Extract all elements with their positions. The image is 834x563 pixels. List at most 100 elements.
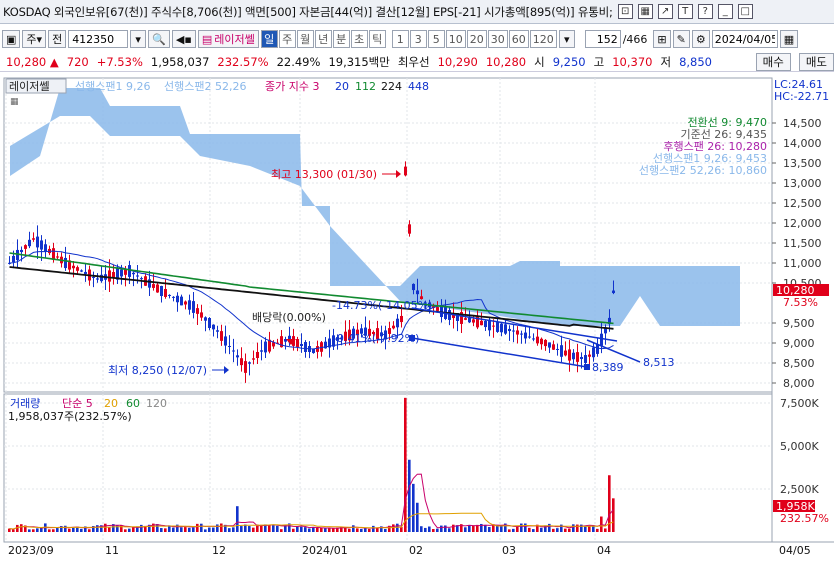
period-button-1[interactable]: 주 [278,30,296,48]
interval-button-3[interactable]: 10 [445,30,466,48]
volume-bar [428,526,431,532]
stock-chart[interactable]: 14,500 14,000 13,500 13,000 12,500 12,000 11,5… [0,76,834,560]
candle-body [236,355,239,358]
sound-icon[interactable]: ◀▪ [171,30,196,48]
price-tick-label: 9,500 [783,317,815,330]
volume-bar [180,527,183,532]
volume-bar [564,528,567,532]
volume-bar [276,525,279,532]
period-button-2[interactable]: 월 [296,30,314,48]
volume-bar [604,528,607,532]
candle-body [472,319,475,323]
export-icon[interactable]: ↗ [657,4,673,19]
current-price: 10,280 ▲ [6,54,59,69]
font-icon[interactable]: T [677,4,693,19]
candle-body [196,308,199,314]
maximize-icon[interactable]: □ [737,4,753,19]
x-tick-label: 02 [409,544,423,557]
search-icon[interactable]: 🔍 [148,30,170,48]
volume-bar [296,526,299,532]
help-icon[interactable]: ? [697,4,713,19]
interval-dropdown-icon[interactable]: ▾ [558,30,575,48]
volume-bar [508,529,511,532]
candle-body [188,300,191,310]
interval-button-1[interactable]: 3 [409,30,427,48]
candle-body [132,272,135,275]
candle-body [412,283,415,291]
settings-icon[interactable]: ⚙ [691,30,710,48]
volume-tick-label: 5,000K [780,440,819,453]
grid-icon[interactable]: ▦ [637,4,653,19]
candle-body [52,248,55,260]
total-count: /466 [622,32,648,46]
volume-bar [300,526,303,532]
volume-bar [132,527,135,532]
count-input[interactable] [584,30,621,48]
candle-body [24,245,27,249]
interval-button-7[interactable]: 120 [529,30,557,48]
price-tick-label: 13,500 [783,157,822,170]
candle-body [588,354,591,357]
interval-button-0[interactable]: 1 [391,30,409,48]
volume-bar [268,524,271,532]
volume-bar [52,529,55,532]
zoom-icon[interactable]: ⊞ [653,30,671,48]
date-input[interactable] [711,30,778,48]
volume-bar [348,528,351,532]
interval-button-4[interactable]: 20 [466,30,487,48]
interval-button-6[interactable]: 60 [508,30,529,48]
stock-code-input[interactable] [68,30,129,48]
volume-bar [440,525,443,532]
trend-anchor-right[interactable] [584,364,590,370]
stock-name: 레이저쎌 [214,33,255,46]
candle-body [408,224,411,234]
candle-body [140,278,143,280]
candle-body [76,267,79,271]
volume-bar [524,523,527,532]
candle-body [172,296,175,298]
candle-body [36,236,39,248]
volume-bar [472,525,475,532]
drag-handle-icon[interactable]: ▦ [10,97,19,107]
turnover: 22.49% [276,54,321,69]
candle-body [528,336,531,338]
volume-bar [292,528,295,532]
period-button-5[interactable]: 초 [350,30,368,48]
volume-bar [316,527,319,532]
candle-body [212,324,215,330]
pct-annotation-2: -9.41%(-7.92%) [333,332,419,345]
dropdown-arrow-icon[interactable]: ▾ [130,30,147,48]
stock-name-field[interactable]: ▤ 레이저쎌 [197,30,259,48]
calendar-icon[interactable]: ▦ [779,30,799,48]
period-button-6[interactable]: 틱 [368,30,386,48]
draw-icon[interactable]: ✎ [672,30,690,48]
sell-button[interactable]: 매도 [798,52,834,71]
pct-annotation-1: -14.73%(-14.05%) [332,299,432,312]
volume-bar [216,524,219,532]
chart-area[interactable]: 14,500 14,000 13,500 13,000 12,500 12,000 11,5… [0,76,834,560]
ma-legend-224: 224 [381,80,402,93]
toolbar: ▣ 주 ▾ 전 ▾ 🔍 ◀▪ ▤레이저쎌 일주월년분초틱 13510203060… [0,28,834,50]
buy-button[interactable]: 매수 [755,52,791,71]
x-axis-end-label: 04/05 [779,544,811,557]
chart-type-icon[interactable]: ▣ [2,30,21,48]
minimize-icon[interactable]: _ [717,4,733,19]
candle-body [168,294,171,296]
window-icon[interactable]: ⊡ [617,4,633,19]
period-button-0[interactable]: 일 [260,30,278,48]
volume-bar [252,527,255,532]
period-button-4[interactable]: 분 [332,30,350,48]
interval-button-5[interactable]: 30 [487,30,508,48]
candle-body [468,317,471,323]
interval-button-2[interactable]: 5 [427,30,445,48]
volume-bar [28,529,31,532]
volume-bar [436,528,439,532]
candle-body [464,318,467,320]
volume-bar [308,528,311,532]
candle-body [216,330,219,332]
market-select[interactable]: 주 ▾ [22,30,47,48]
period-button-3[interactable]: 년 [314,30,332,48]
all-button[interactable]: 전 [48,30,67,48]
volume-tick-label: 2,500K [780,483,819,496]
candle-body [256,351,259,359]
